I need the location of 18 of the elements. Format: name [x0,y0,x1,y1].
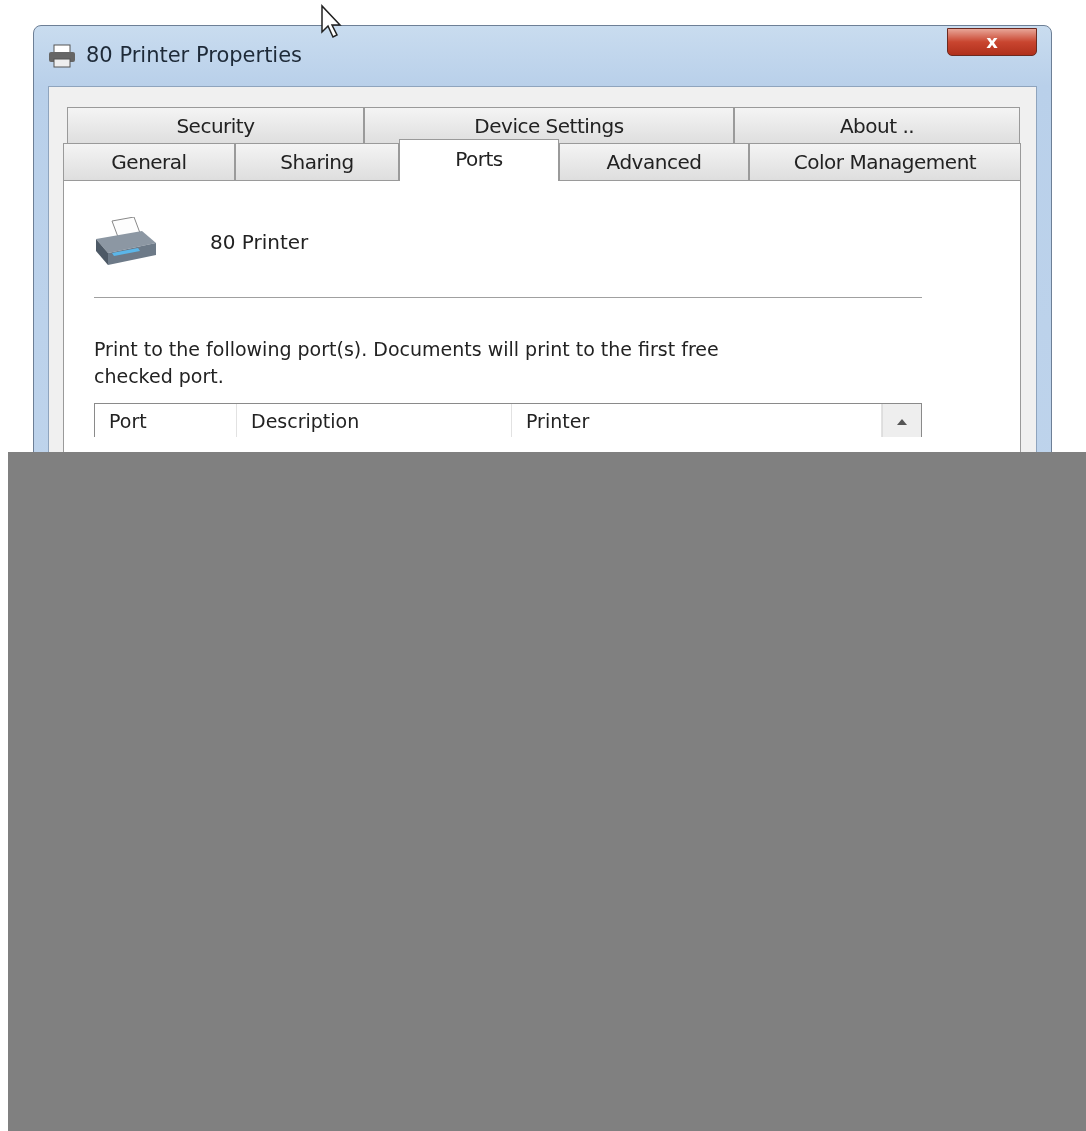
printer-name: 80 Printer [210,229,309,256]
printer-icon [48,44,76,68]
window-title: 80 Printer Properties [86,42,303,70]
tab[interactable]: About .. [734,107,1020,144]
tab[interactable]: Advanced [559,143,749,180]
column-header[interactable]: Description [237,404,512,438]
tab[interactable]: Color Management [749,143,1021,180]
tab[interactable]: Ports [399,139,559,181]
instructions-text: Print to the following port(s). Documents will print to the first free checked port. [94,337,720,389]
tab[interactable]: General [63,143,235,180]
scroll-up-icon[interactable] [896,418,908,427]
cursor-icon [320,4,344,40]
printer-icon [94,217,158,267]
column-header[interactable]: Port [95,404,237,438]
tab[interactable]: Security [67,107,364,144]
tab[interactable]: Sharing [235,143,399,180]
close-button[interactable]: x [947,28,1037,56]
tab[interactable]: Device Settings [364,107,734,144]
